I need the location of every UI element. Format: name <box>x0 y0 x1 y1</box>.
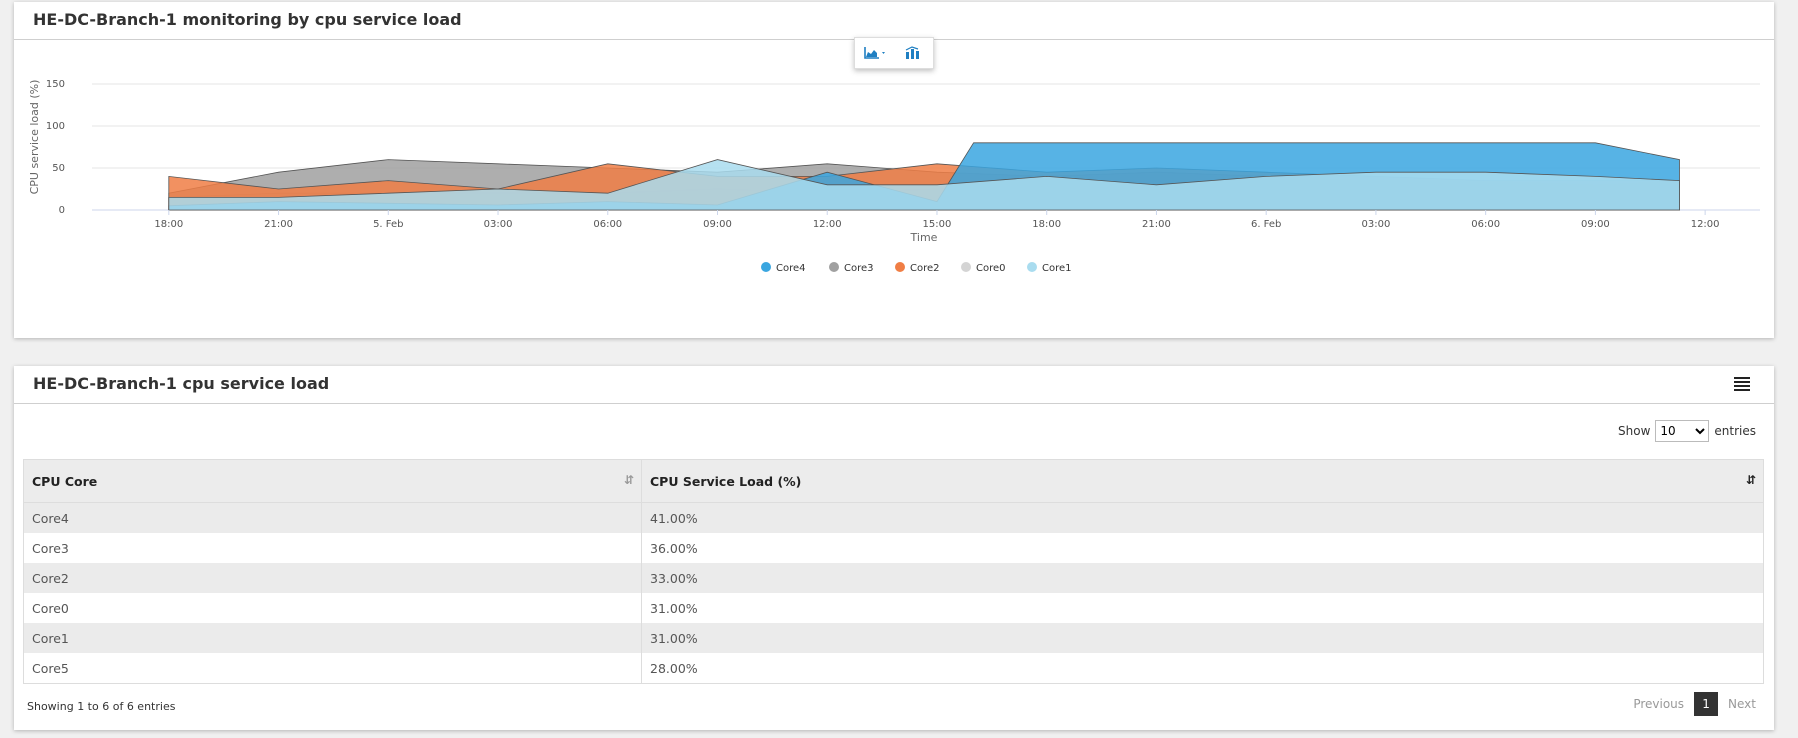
show-entries-control: Show 10 entries <box>1618 420 1756 442</box>
cpu-load-table: CPU Core ⇵ CPU Service Load (%) ⇵ Core4 4… <box>23 459 1764 684</box>
column-header-label: CPU Service Load (%) <box>650 473 802 489</box>
y-axis-title: CPU service load (%) <box>28 80 41 195</box>
next-page-button[interactable]: Next <box>1728 697 1756 711</box>
current-page-button[interactable]: 1 <box>1694 692 1719 716</box>
x-tick-label: 12:00 <box>813 219 842 230</box>
x-axis-title: Time <box>910 231 938 244</box>
cpu-load-area-chart: 0 50 100 150 18:00 21:00 5. Feb 03:00 06:00 09:00… <box>28 79 1760 274</box>
x-tick-label: 09:00 <box>703 219 732 230</box>
pagination: Previous 1 Next <box>1633 692 1756 716</box>
x-tick-label: 12:00 <box>1691 219 1720 230</box>
x-tick-label: 21:00 <box>1142 219 1171 230</box>
cell-cpu-core: Core3 <box>23 533 642 563</box>
table-panel: HE-DC-Branch-1 cpu service load Show 10 … <box>14 366 1774 730</box>
y-tick-label: 50 <box>52 163 65 174</box>
x-tick-label: 18:00 <box>1032 219 1061 230</box>
table-row: Core2 33.00% <box>23 563 1764 593</box>
x-tick-label: 5. Feb <box>373 219 403 230</box>
legend-marker-core0 <box>961 262 971 272</box>
cell-cpu-core: Core1 <box>23 623 642 653</box>
table-row: Core3 36.00% <box>23 533 1764 563</box>
x-tick-label: 21:00 <box>264 219 293 230</box>
hamburger-menu-icon[interactable] <box>1734 377 1750 393</box>
cell-cpu-load: 33.00% <box>641 563 1764 593</box>
legend-marker-core4 <box>761 262 771 272</box>
x-tick-label: 09:00 <box>1581 219 1610 230</box>
chart-panel-header: HE-DC-Branch-1 monitoring by cpu service… <box>14 2 1774 40</box>
y-tick-label: 0 <box>59 205 65 216</box>
x-tick-label: 03:00 <box>484 219 513 230</box>
table-panel-title: HE-DC-Branch-1 cpu service load <box>33 374 330 393</box>
table-row: Core4 41.00% <box>23 502 1764 533</box>
sort-icon: ⇵ <box>623 473 634 487</box>
legend-item-core3: Core3 <box>844 263 874 274</box>
cell-cpu-load: 31.00% <box>641 593 1764 623</box>
legend-item-core0: Core0 <box>976 263 1006 274</box>
x-tick-label: 18:00 <box>154 219 183 230</box>
sort-descending-icon: ⇵ <box>1745 473 1756 487</box>
cell-cpu-load: 36.00% <box>641 533 1764 563</box>
legend-item-core4: Core4 <box>776 263 806 274</box>
entries-label: entries <box>1714 424 1756 438</box>
table-info: Showing 1 to 6 of 6 entries <box>27 700 176 713</box>
column-header-label: CPU Core <box>32 473 98 489</box>
cell-cpu-load: 28.00% <box>641 653 1764 684</box>
x-tick-label: 06:00 <box>593 219 622 230</box>
x-tick-label: 06:00 <box>1471 219 1500 230</box>
chart-panel: HE-DC-Branch-1 monitoring by cpu service… <box>14 2 1774 338</box>
y-tick-label: 150 <box>46 79 65 90</box>
column-header-cpu-core[interactable]: CPU Core ⇵ <box>23 459 642 503</box>
cell-cpu-core: Core5 <box>23 653 642 684</box>
table-row: Core5 28.00% <box>23 653 1764 684</box>
chart-panel-title: HE-DC-Branch-1 monitoring by cpu service… <box>33 10 462 29</box>
x-tick-label: 03:00 <box>1362 219 1391 230</box>
cell-cpu-core: Core2 <box>23 563 642 593</box>
table-panel-header: HE-DC-Branch-1 cpu service load <box>14 366 1774 404</box>
column-header-cpu-service-load[interactable]: CPU Service Load (%) ⇵ <box>641 459 1764 503</box>
cell-cpu-core: Core4 <box>23 502 642 533</box>
legend-item-core2: Core2 <box>910 263 940 274</box>
page-size-select[interactable]: 10 <box>1655 420 1710 442</box>
legend-item-core1: Core1 <box>1042 263 1072 274</box>
legend-marker-core2 <box>895 262 905 272</box>
legend-marker-core3 <box>829 262 839 272</box>
cell-cpu-core: Core0 <box>23 593 642 623</box>
previous-page-button[interactable]: Previous <box>1633 697 1684 711</box>
show-label: Show <box>1618 424 1651 438</box>
legend-marker-core1 <box>1027 262 1037 272</box>
cell-cpu-load: 41.00% <box>641 502 1764 533</box>
cell-cpu-load: 31.00% <box>641 623 1764 653</box>
table-row: Core1 31.00% <box>23 623 1764 653</box>
y-tick-label: 100 <box>46 121 65 132</box>
table-row: Core0 31.00% <box>23 593 1764 623</box>
x-tick-label: 15:00 <box>923 219 952 230</box>
x-tick-label: 6. Feb <box>1251 219 1281 230</box>
